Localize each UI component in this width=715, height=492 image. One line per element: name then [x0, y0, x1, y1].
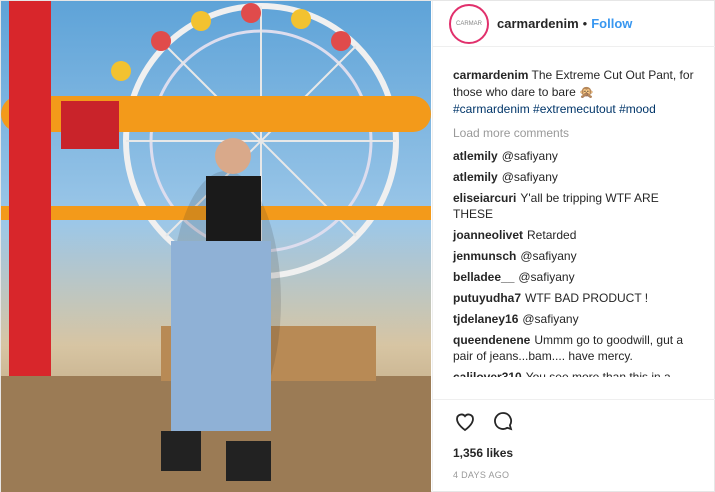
comment-text: @safiyany — [501, 170, 558, 184]
comment-item: atlemily @safiyany — [453, 169, 700, 185]
username[interactable]: carmardenim — [497, 16, 579, 31]
post-sidebar: CARMAR carmardenim • Follow carmardenim … — [432, 1, 715, 492]
comment-icon[interactable] — [491, 409, 515, 436]
comment-username[interactable]: eliseiarcuri — [453, 191, 516, 205]
comment-text: @safiyany — [522, 312, 579, 326]
instagram-post: CARMAR carmardenim • Follow carmardenim … — [0, 0, 715, 492]
post-photo[interactable] — [1, 1, 431, 492]
post-header: CARMAR carmardenim • Follow — [433, 1, 715, 47]
post-actions: 1,356 likes 4 DAYS AGO — [433, 399, 715, 480]
comment-item: jenmunsch @safiyany — [453, 248, 700, 264]
comment-item: tjdelaney16 @safiyany — [453, 311, 700, 327]
separator: • — [582, 16, 588, 31]
likes-count[interactable]: 1,356 likes — [453, 446, 700, 460]
comments-list[interactable]: carmardenim The Extreme Cut Out Pant, fo… — [433, 47, 715, 377]
comment-text: Retarded — [527, 228, 577, 242]
comment-username[interactable]: jenmunsch — [453, 249, 516, 263]
comment-username[interactable]: atlemily — [453, 170, 498, 184]
comment-username[interactable]: atlemily — [453, 149, 498, 163]
post-timestamp: 4 DAYS AGO — [453, 470, 510, 480]
comment-username[interactable]: joanneolivet — [453, 228, 523, 242]
heart-icon[interactable] — [453, 409, 477, 436]
comment-item: putuyudha7 WTF BAD PRODUCT ! — [453, 290, 700, 306]
comment-item: atlemily @safiyany — [453, 148, 700, 164]
comment-text: @safiyany — [518, 270, 575, 284]
comment-username[interactable]: tjdelaney16 — [453, 312, 518, 326]
caption-username[interactable]: carmardenim — [453, 68, 528, 82]
comment-text: @safiyany — [501, 149, 558, 163]
post-caption: carmardenim The Extreme Cut Out Pant, fo… — [453, 67, 700, 118]
comment-username[interactable]: calilover310 — [453, 370, 522, 377]
comment-item: queendenene Ummm go to goodwill, gut a pa… — [453, 332, 700, 364]
comment-username[interactable]: putuyudha7 — [453, 291, 521, 305]
comment-username[interactable]: belladee__ — [453, 270, 514, 284]
comment-item: eliseiarcuri Y'all be tripping WTF ARE TH… — [453, 190, 700, 222]
follow-button[interactable]: Follow — [591, 16, 632, 31]
caption-hashtags[interactable]: #carmardenim #extremecutout #mood — [453, 102, 656, 116]
comment-text: WTF BAD PRODUCT ! — [525, 291, 649, 305]
avatar[interactable]: CARMAR — [449, 3, 489, 44]
comment-username[interactable]: queendenene — [453, 333, 530, 347]
load-more-comments-button[interactable]: Load more comments — [453, 126, 700, 140]
avatar-logo: CARMAR — [455, 20, 482, 27]
comment-text: @safiyany — [520, 249, 577, 263]
comment-item: joanneolivet Retarded — [453, 227, 700, 243]
comment-item: belladee__ @safiyany — [453, 269, 700, 285]
comment-item: calilover310 You see more than this in a … — [453, 369, 700, 377]
ferris-wheel-scene-image — [1, 1, 431, 492]
